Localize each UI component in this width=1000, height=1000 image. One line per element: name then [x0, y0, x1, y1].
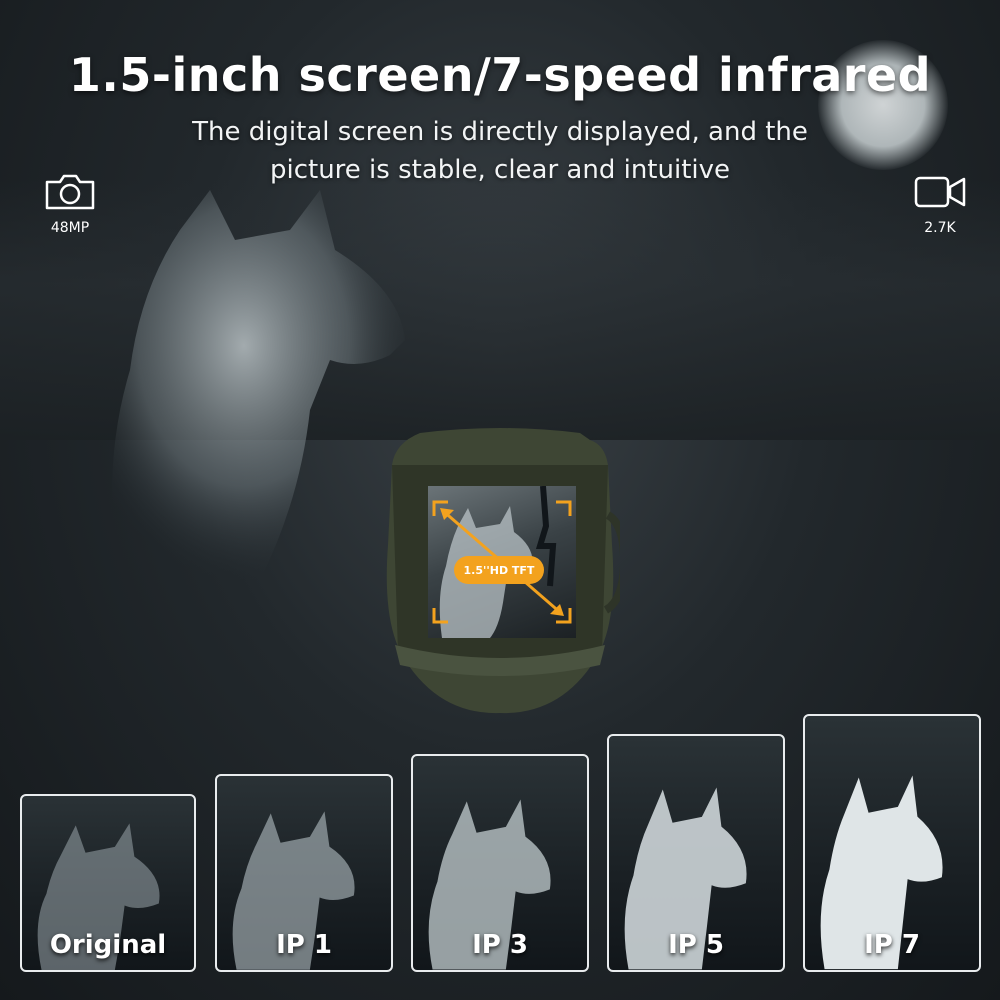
comparison-ip1: IP 1: [215, 774, 393, 972]
video-camera-icon: [914, 176, 966, 208]
comparison-original: Original: [20, 794, 196, 972]
comparison-ip5: IP 5: [607, 734, 785, 972]
comparison-label: IP 5: [668, 930, 724, 960]
subtitle: The digital screen is directly displayed…: [0, 113, 1000, 189]
comparison-label: IP 7: [864, 930, 920, 960]
spec-video-label: 2.7K: [924, 220, 956, 236]
comparison-label: IP 1: [276, 930, 332, 960]
comparison-label: IP 3: [472, 930, 528, 960]
subtitle-line-2: picture is stable, clear and intuitive: [269, 155, 730, 185]
subtitle-line-1: The digital screen is directly displayed…: [192, 117, 808, 147]
spec-video-resolution: 2.7K: [900, 172, 980, 236]
camera-icon: [45, 174, 95, 210]
screen-size-badge: 1.5''HD TFT: [454, 556, 544, 584]
comparison-ip3: IP 3: [411, 754, 589, 972]
spec-photo-resolution: 48MP: [30, 172, 110, 236]
headline: 1.5-inch screen/7-speed infrared: [68, 48, 932, 102]
comparison-label: Original: [49, 930, 167, 960]
comparison-ip7: IP 7: [803, 714, 981, 972]
spec-photo-label: 48MP: [50, 220, 90, 236]
